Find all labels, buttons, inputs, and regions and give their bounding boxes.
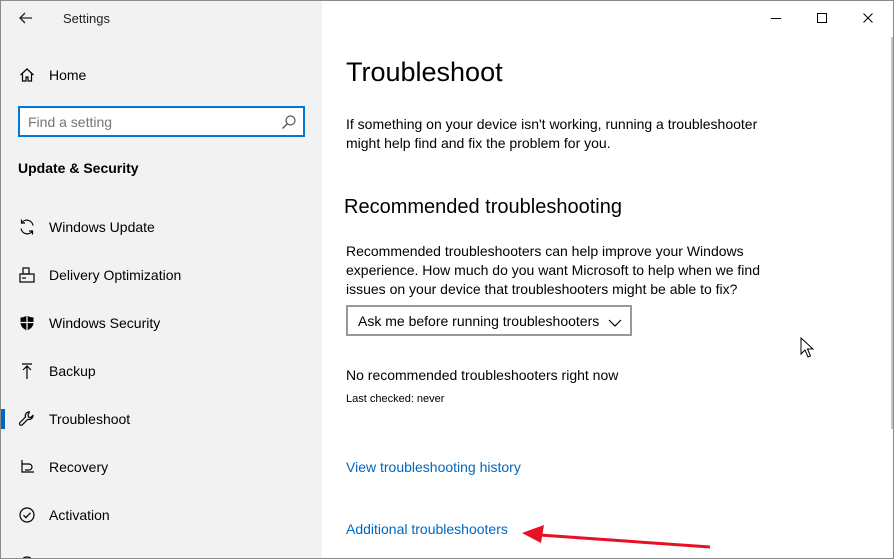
search-box: [18, 106, 305, 137]
close-button[interactable]: [845, 1, 891, 35]
find-my-device-icon: [17, 553, 37, 558]
troubleshooter-preference-dropdown[interactable]: Ask me before running troubleshooters: [346, 305, 632, 336]
home-icon: [17, 65, 37, 85]
dropdown-value: Ask me before running troubleshooters: [358, 313, 600, 329]
sidebar-item-label: Home: [49, 67, 87, 83]
intro-line-1: If something on your device isn't workin…: [346, 116, 758, 132]
mouse-cursor-icon: [800, 336, 815, 359]
page-title: Troubleshoot: [346, 57, 503, 87]
back-button[interactable]: [13, 7, 39, 29]
sidebar: Settings Home Update & Security Windows …: [1, 1, 322, 558]
active-indicator: [1, 409, 5, 429]
sidebar-item-windows-update[interactable]: Windows Update: [1, 207, 322, 247]
sidebar-item-label: Windows Security: [49, 315, 161, 331]
wrench-icon: [17, 409, 37, 429]
sidebar-item-delivery-optimization[interactable]: Delivery Optimization: [1, 255, 322, 295]
sidebar-item-label: Recovery: [49, 459, 109, 475]
recommended-heading: Recommended troubleshooting: [344, 196, 622, 218]
recovery-icon: [17, 457, 37, 477]
back-arrow-icon: [19, 12, 32, 24]
sidebar-item-label: Troubleshoot: [49, 411, 131, 427]
search-input[interactable]: [28, 112, 273, 132]
shield-icon: [17, 313, 37, 333]
backup-arrow-icon: [17, 361, 37, 381]
app-title: Settings: [63, 11, 110, 26]
sidebar-item-windows-security[interactable]: Windows Security: [1, 303, 322, 343]
chevron-down-icon: [608, 315, 622, 327]
sidebar-item-label: Activation: [49, 507, 110, 523]
sidebar-item-recovery[interactable]: Recovery: [1, 447, 322, 487]
minimize-button[interactable]: [753, 1, 799, 35]
additional-troubleshooters-link[interactable]: Additional troubleshooters: [346, 521, 508, 537]
settings-window: Settings Home Update & Security Windows …: [0, 0, 894, 559]
sidebar-item-label: Windows Update: [49, 219, 155, 235]
sidebar-item-backup[interactable]: Backup: [1, 351, 322, 391]
sidebar-item-label: Backup: [49, 363, 96, 379]
recommended-status: No recommended troubleshooters right now: [346, 367, 619, 383]
activation-icon: [17, 505, 37, 525]
sidebar-item-partial[interactable]: [1, 543, 322, 558]
search-icon[interactable]: [281, 114, 297, 130]
recommended-desc-line-3: issues on your device that troubleshoote…: [346, 281, 738, 297]
sidebar-item-activation[interactable]: Activation: [1, 495, 322, 535]
section-heading: Update & Security: [18, 160, 139, 176]
recommended-desc-line-2: experience. How much do you want Microso…: [346, 262, 760, 278]
sidebar-item-troubleshoot[interactable]: Troubleshoot: [1, 399, 322, 439]
title-bar-left: Settings: [1, 1, 322, 37]
sidebar-item-label: Delivery Optimization: [49, 267, 182, 283]
delivery-optimization-icon: [17, 265, 37, 285]
close-icon: [863, 13, 873, 23]
maximize-button[interactable]: [799, 1, 845, 35]
sidebar-item-home[interactable]: Home: [1, 55, 322, 95]
main-content: Troubleshoot If something on your device…: [322, 1, 893, 558]
view-history-link[interactable]: View troubleshooting history: [346, 459, 521, 475]
recommended-desc-line-1: Recommended troubleshooters can help imp…: [346, 243, 744, 259]
sync-icon: [17, 217, 37, 237]
last-checked: Last checked: never: [346, 393, 445, 405]
maximize-icon: [817, 13, 827, 23]
intro-line-2: might help find and fix the problem for …: [346, 135, 611, 151]
minimize-icon: [771, 18, 781, 19]
